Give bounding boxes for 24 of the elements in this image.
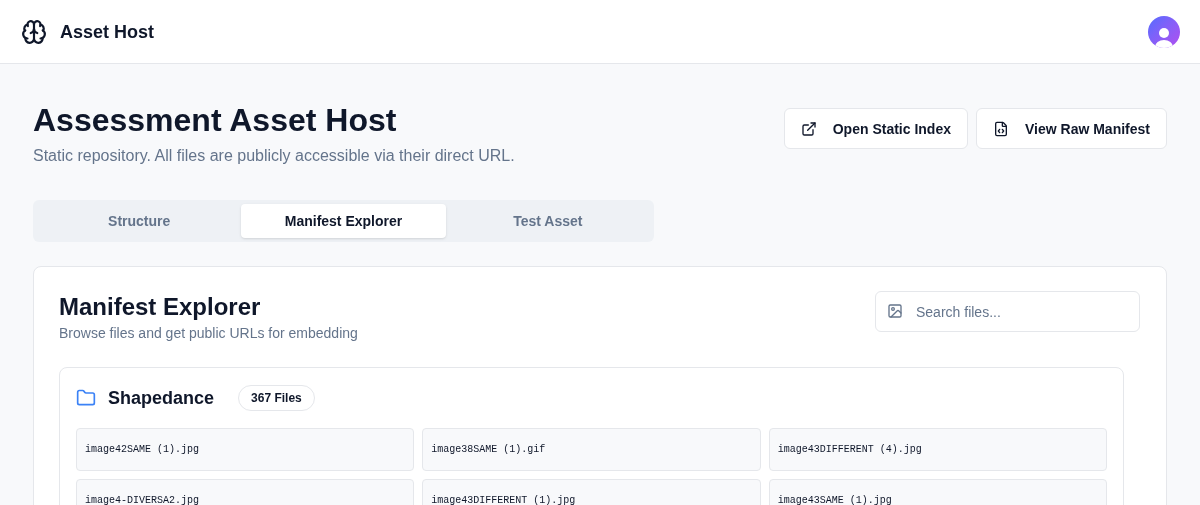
search-field[interactable]: Search files... — [875, 291, 1140, 332]
file-item[interactable]: image43DIFFERENT (4).jpg — [768, 428, 1107, 471]
file-item[interactable]: image42SAME (1).jpg — [76, 428, 415, 471]
file-item[interactable]: image4-DIVERSA2.jpg — [76, 479, 415, 505]
folder-name: Shapedance — [108, 387, 215, 410]
external-link-icon — [800, 120, 817, 137]
tab[interactable]: Test Asset — [445, 204, 650, 238]
code-file-icon — [993, 120, 1009, 137]
image-icon — [887, 303, 903, 319]
tab[interactable]: Structure — [37, 204, 242, 238]
page-title: Assessment Asset Host — [33, 101, 398, 140]
action-button[interactable]: Open Static Index — [783, 108, 968, 149]
folder-icon — [76, 388, 96, 408]
tab[interactable]: Manifest Explorer — [241, 204, 446, 238]
brand-name: Asset Host — [60, 20, 155, 44]
explorer-title: Manifest Explorer — [59, 292, 262, 322]
action-button[interactable]: View Raw Manifest — [976, 108, 1167, 149]
page-subtitle: Static repository. All files are publicly accessible via their direct URL. — [33, 146, 515, 166]
explorer-description: Browse files and get public URLs for embedding — [59, 324, 358, 343]
file-item[interactable]: image38SAME (1).gif — [422, 428, 761, 471]
brain-logo-icon — [20, 17, 48, 46]
user-avatar[interactable] — [1148, 15, 1180, 48]
file-item[interactable]: image43DIFFERENT (1).jpg — [422, 479, 761, 505]
file-item[interactable]: image43SAME (1).jpg — [768, 479, 1107, 505]
